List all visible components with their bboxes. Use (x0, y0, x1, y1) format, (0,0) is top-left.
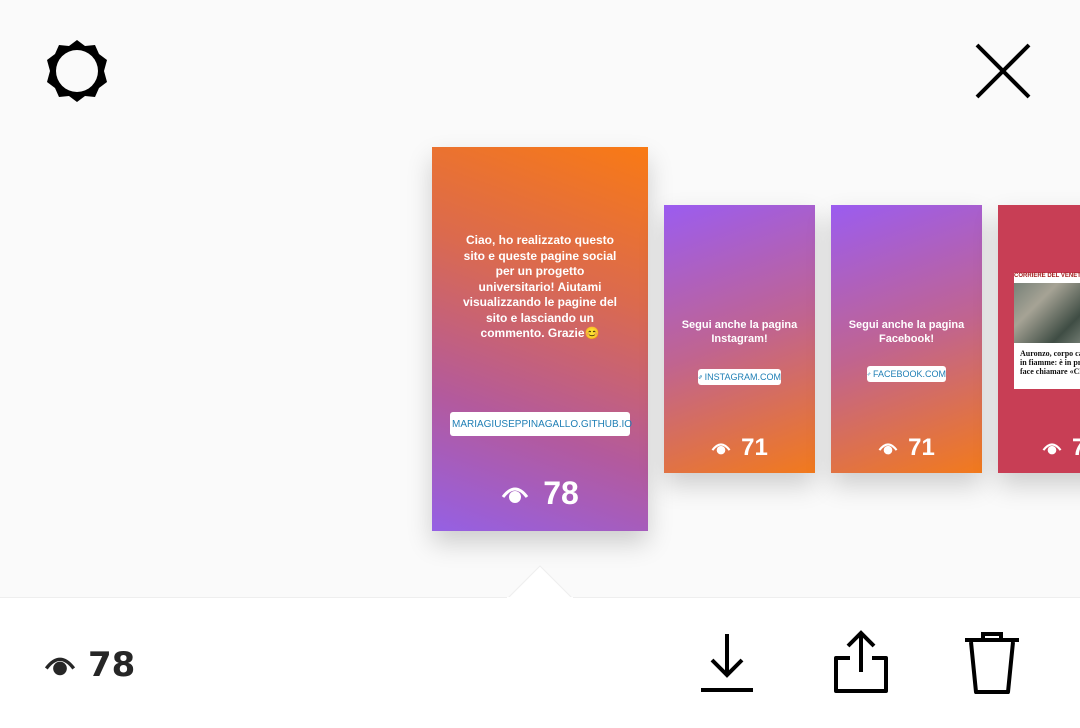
story-thumbnail-selected[interactable]: Ciao, ho realizzato questo sito e queste… (432, 147, 648, 531)
download-button[interactable] (696, 630, 758, 696)
story-thumbnail[interactable]: Segui anche la pagina Instagram! INSTAGR… (664, 205, 815, 473)
bottom-toolbar (0, 597, 1080, 728)
link-sticker-label: INSTAGRAM.COM (704, 372, 781, 382)
selection-caret (507, 565, 573, 599)
news-header: CORRIERE DEL VENETO (1014, 273, 1080, 283)
story-views: 71 (664, 434, 815, 462)
news-text: Auronzo, corpo carbonizzato in fiamme: è… (1020, 349, 1080, 376)
close-icon (975, 43, 1031, 99)
story-views-count: 71 (908, 434, 935, 461)
link-sticker-label: FACEBOOK.COM (872, 369, 946, 379)
link-icon (698, 375, 702, 379)
link-sticker-label: MARIAGIUSEPPINAGALLO.GITHUB.IO (451, 418, 633, 430)
story-thumbnail[interactable]: CORRIERE DEL VENETO Auronzo, corpo carbo… (998, 205, 1080, 473)
story-views: 7 (1042, 434, 1080, 462)
story-views: 78 (432, 475, 648, 512)
settings-button[interactable] (44, 38, 110, 104)
news-screenshot: CORRIERE DEL VENETO Auronzo, corpo carbo… (1014, 273, 1080, 389)
story-views-count: 71 (741, 434, 768, 461)
link-sticker[interactable]: INSTAGRAM.COM (698, 369, 781, 385)
eye-icon (878, 443, 898, 455)
download-icon (701, 634, 753, 692)
close-button[interactable] (972, 40, 1034, 102)
link-icon (867, 372, 871, 376)
story-text: Ciao, ho realizzato questo sito e queste… (462, 233, 618, 340)
eye-icon (44, 657, 76, 676)
story-thumbnail[interactable]: Segui anche la pagina Facebook! FACEBOOK… (831, 205, 982, 473)
story-text: Segui anche la pagina Facebook! (848, 319, 965, 345)
gear-icon (47, 40, 107, 102)
delete-button[interactable] (960, 630, 1024, 696)
share-icon (834, 630, 888, 693)
trash-icon (965, 632, 1019, 694)
link-sticker[interactable]: FACEBOOK.COM (867, 366, 946, 382)
viewers-count: 78 (88, 645, 136, 685)
link-sticker[interactable]: MARIAGIUSEPPINAGALLO.GITHUB.IO (450, 412, 633, 436)
eye-icon (1042, 443, 1062, 455)
story-text: Segui anche la pagina Instagram! (681, 319, 798, 345)
eye-icon (502, 487, 529, 503)
share-button[interactable] (830, 628, 892, 696)
story-views-count: 78 (543, 475, 579, 511)
story-views-count: 7 (1072, 434, 1080, 461)
news-photo (1014, 273, 1080, 343)
story-views: 71 (831, 434, 982, 462)
eye-icon (711, 443, 731, 455)
